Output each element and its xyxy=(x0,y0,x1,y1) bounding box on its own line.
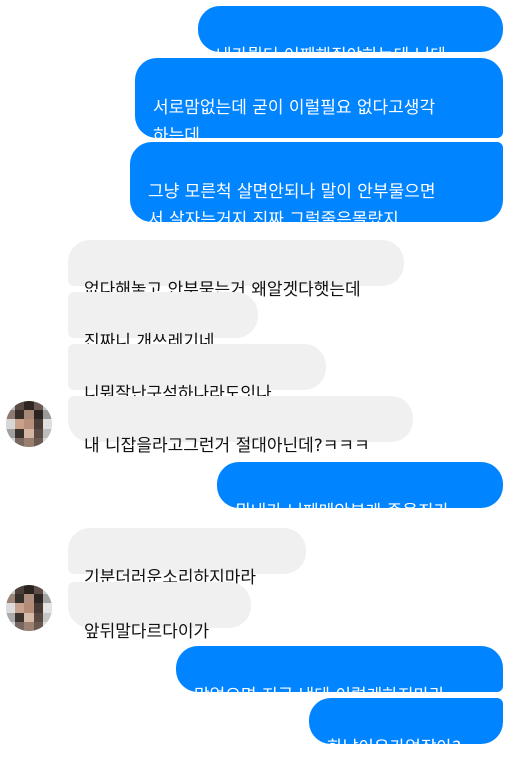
message-bubble-incoming[interactable]: 내 니잡을라고그런거 절대아닌데?ㅋㅋㅋ xyxy=(68,396,413,456)
message-bubble-incoming[interactable]: 진짜니 개쓰레기네 xyxy=(68,292,258,352)
message-bubble-outgoing[interactable]: 내가뭘더 어째해줘야하는데 닌테 xyxy=(198,6,503,66)
message-bubble-incoming[interactable]: 기분더러운소리하지마라 xyxy=(68,528,306,588)
message-text: 화날이유가없잖아? xyxy=(327,738,462,758)
message-bubble-incoming[interactable]: 앞뒤말다르다이가 xyxy=(68,582,251,642)
contact-avatar-icon[interactable] xyxy=(6,401,52,447)
message-bubble-incoming[interactable]: 니뭐잘난구석하나라도잇나 xyxy=(68,344,326,404)
message-bubble-outgoing[interactable]: 맘없으면 지금 낸테 이렇게하지마라 xyxy=(176,646,503,706)
message-bubble-outgoing[interactable]: 뭐내가 니페메안본게 죽을죄가 xyxy=(217,462,503,522)
message-text: 서로맘없는데 굳이 이럴필요 없다고생각 하는데 xyxy=(153,98,436,146)
message-bubble-incoming[interactable]: 없다해놓고 안부묻는거 왜알겟다햇는데 xyxy=(68,240,404,300)
message-text: 뭐내가 니페메안본게 죽을죄가 xyxy=(235,502,450,522)
message-text: 앞뒤말다르다이가 xyxy=(84,622,210,642)
message-text: 내 니잡을라고그런거 절대아닌데?ㅋㅋㅋ xyxy=(84,436,370,456)
message-bubble-outgoing[interactable]: 서로맘없는데 굳이 이럴필요 없다고생각 하는데 xyxy=(135,58,503,146)
message-bubble-outgoing[interactable]: 그냥 모른척 살면안되나 말이 안부물으면 서 살자는거지 진짜 그럴줄은몰랐지 xyxy=(130,142,503,230)
message-text: 그냥 모른척 살면안되나 말이 안부물으면 서 살자는거지 진짜 그럴줄은몰랐지 xyxy=(148,182,436,230)
message-bubble-outgoing[interactable]: 화날이유가없잖아? xyxy=(309,698,503,758)
contact-avatar-icon[interactable] xyxy=(6,585,52,631)
